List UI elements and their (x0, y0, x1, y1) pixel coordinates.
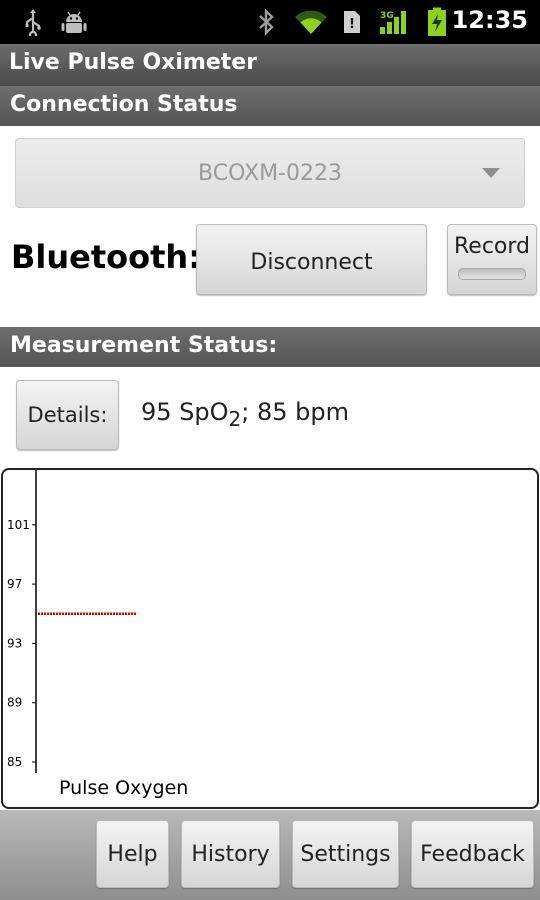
app-title-bar: Live Pulse Oximeter (0, 44, 540, 86)
android-debug-icon (60, 8, 88, 36)
record-button-label: Record (453, 234, 530, 259)
spo2-subscript: 2 (228, 406, 242, 431)
svg-text:3G: 3G (380, 11, 394, 21)
device-spinner-value: BCOXM-0223 (198, 160, 342, 186)
bluetooth-icon (255, 8, 277, 36)
history-button-label: History (191, 841, 270, 867)
settings-button[interactable]: Settings (292, 820, 399, 888)
measurement-readout: 95 SpO2; 85 bpm (141, 398, 349, 431)
x-axis-label: Pulse Oxygen (59, 777, 188, 799)
help-button[interactable]: Help (96, 820, 169, 888)
main-content: Connection Status BCOXM-0223 Bluetooth: … (0, 86, 540, 810)
spo2-value: 95 SpO (141, 398, 229, 426)
y-tick-label: 97 (7, 577, 22, 591)
disconnect-button[interactable]: Disconnect (196, 224, 427, 295)
bluetooth-label: Bluetooth: (11, 238, 201, 276)
signal-icon: 3G (378, 8, 412, 36)
pulse-value: ; 85 bpm (241, 398, 349, 426)
app-title: Live Pulse Oximeter (9, 50, 258, 75)
bottom-button-bar: Help History Settings Feedback (0, 810, 540, 900)
svg-text:!: ! (349, 17, 355, 32)
help-button-label: Help (107, 841, 158, 867)
wifi-icon (293, 8, 329, 36)
status-bar: ! 3G 12:35 (0, 0, 540, 44)
record-toggle-indicator (458, 268, 526, 280)
record-toggle-button[interactable]: Record (447, 224, 537, 295)
y-tick-label: 89 (7, 696, 22, 710)
feedback-button-label: Feedback (420, 841, 525, 867)
clock-time: 12:35 (451, 6, 528, 34)
connection-status-title: Connection Status (10, 92, 238, 117)
usb-icon (22, 8, 44, 36)
disconnect-button-label: Disconnect (250, 250, 373, 275)
chevron-down-icon (482, 168, 500, 178)
battery-charging-icon (425, 7, 449, 36)
details-button-label: Details: (27, 403, 108, 427)
y-tick-label: 105 (7, 470, 30, 473)
pulse-oxygen-chart: 105 101 97 93 89 85 Pulse Oxygen (1, 468, 539, 809)
settings-button-label: Settings (300, 841, 391, 867)
details-button[interactable]: Details: (16, 380, 119, 450)
device-spinner[interactable]: BCOXM-0223 (15, 138, 525, 208)
feedback-button[interactable]: Feedback (411, 820, 534, 888)
y-tick-label: 93 (7, 636, 22, 650)
sim-icon: ! (342, 8, 362, 36)
chart-svg: 105 101 97 93 89 85 Pulse Oxygen (7, 470, 188, 799)
y-tick-label: 85 (7, 755, 22, 769)
measurement-status-header: Measurement Status: (0, 327, 540, 367)
history-button[interactable]: History (181, 820, 280, 888)
measurement-status-title: Measurement Status: (10, 333, 278, 358)
connection-status-header: Connection Status (0, 86, 540, 126)
y-tick-label: 101 (7, 518, 30, 532)
